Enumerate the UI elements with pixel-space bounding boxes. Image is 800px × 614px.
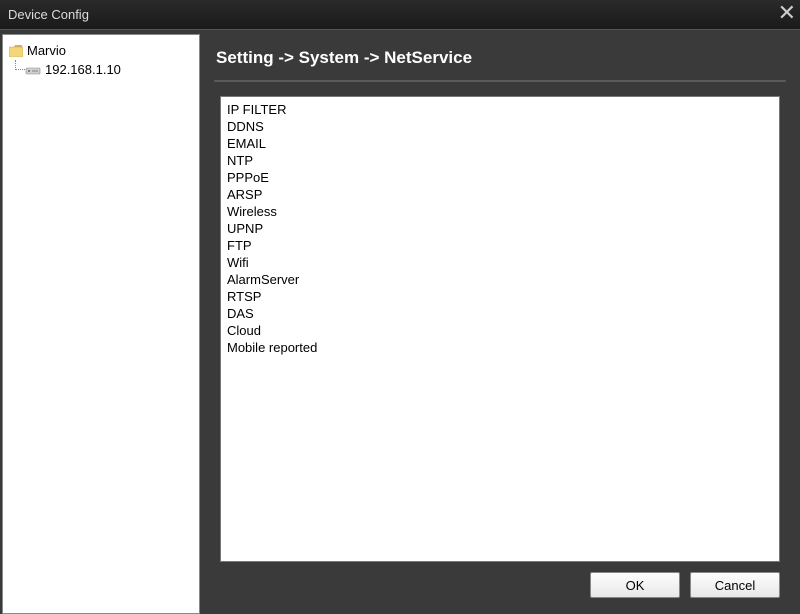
- list-item[interactable]: Cloud: [227, 322, 773, 339]
- device-icon: [25, 64, 41, 76]
- list-item[interactable]: Wireless: [227, 203, 773, 220]
- list-item[interactable]: UPNP: [227, 220, 773, 237]
- close-icon[interactable]: ✕: [778, 2, 796, 24]
- list-item[interactable]: AlarmServer: [227, 271, 773, 288]
- list-item[interactable]: IP FILTER: [227, 101, 773, 118]
- window-body: Marvio 192.168.1.10 Setting -> System ->…: [0, 30, 800, 614]
- list-item[interactable]: Wifi: [227, 254, 773, 271]
- device-config-window: Device Config ✕ Marvio: [0, 0, 800, 614]
- button-row: OK Cancel: [214, 562, 786, 606]
- folder-icon: [9, 45, 23, 57]
- breadcrumb: Setting -> System -> NetService: [214, 42, 786, 82]
- titlebar: Device Config ✕: [0, 0, 800, 30]
- main-panel: Setting -> System -> NetService IP FILTE…: [200, 34, 800, 614]
- list-item[interactable]: PPPoE: [227, 169, 773, 186]
- tree-child-label: 192.168.1.10: [45, 62, 121, 77]
- list-item[interactable]: DDNS: [227, 118, 773, 135]
- device-tree-sidebar: Marvio 192.168.1.10: [2, 34, 200, 614]
- list-item[interactable]: RTSP: [227, 288, 773, 305]
- list-item[interactable]: ARSP: [227, 186, 773, 203]
- list-item[interactable]: Mobile reported: [227, 339, 773, 356]
- cancel-button[interactable]: Cancel: [690, 572, 780, 598]
- ok-button[interactable]: OK: [590, 572, 680, 598]
- list-item[interactable]: FTP: [227, 237, 773, 254]
- tree-child-node[interactable]: 192.168.1.10: [7, 60, 195, 79]
- window-title: Device Config: [8, 7, 792, 22]
- list-item[interactable]: DAS: [227, 305, 773, 322]
- tree-root-node[interactable]: Marvio: [7, 41, 195, 60]
- tree-root-label: Marvio: [27, 43, 66, 58]
- tree-connector: [15, 60, 25, 70]
- list-item[interactable]: NTP: [227, 152, 773, 169]
- list-item[interactable]: EMAIL: [227, 135, 773, 152]
- netservice-listbox[interactable]: IP FILTERDDNSEMAILNTPPPPoEARSPWirelessUP…: [220, 96, 780, 562]
